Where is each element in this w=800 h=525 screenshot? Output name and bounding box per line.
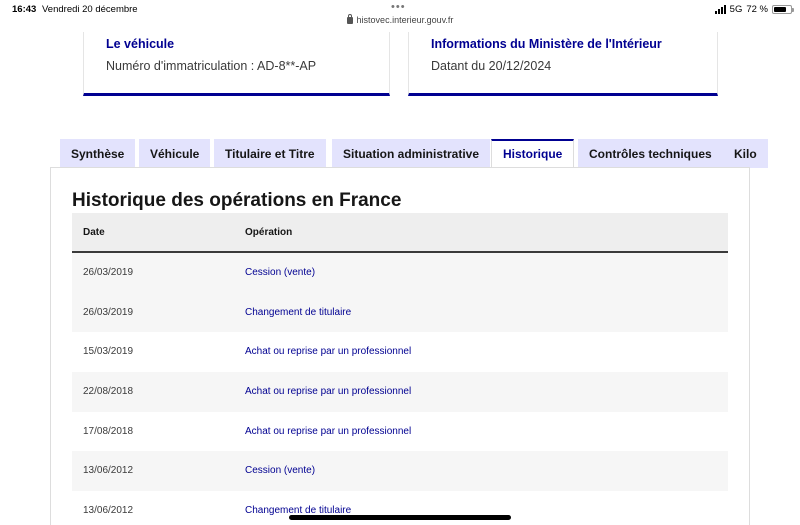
row-date: 13/06/2012 <box>83 465 134 477</box>
home-indicator[interactable] <box>289 515 511 520</box>
ministry-card: Informations du Ministère de l'Intérieur… <box>408 32 718 96</box>
history-table: Date Opération 26/03/2019 Cession (vente… <box>72 213 728 525</box>
table-row: 13/06/2012 Cession (vente) <box>72 451 728 492</box>
row-operation-link[interactable]: Changement de titulaire <box>245 307 351 318</box>
lock-icon <box>346 14 353 24</box>
battery-fill <box>774 7 786 12</box>
tab-titulaire-titre[interactable]: Titulaire et Titre <box>214 139 326 168</box>
table-row: 26/03/2019 Changement de titulaire <box>72 292 728 333</box>
row-date: 22/08/2018 <box>83 386 134 398</box>
row-date: 26/03/2019 <box>83 267 134 278</box>
row-date: 13/06/2012 <box>83 505 134 517</box>
table-row: 15/03/2019 Achat ou reprise par un profe… <box>72 332 728 373</box>
table-row: 22/08/2018 Achat ou reprise par un profe… <box>72 372 728 412</box>
url-text: histovec.interieur.gouv.fr <box>356 15 454 25</box>
row-date: 15/03/2019 <box>83 346 134 358</box>
address-bar[interactable]: histovec.interieur.gouv.fr <box>0 14 800 25</box>
signal-icon <box>714 5 726 14</box>
row-operation-link[interactable]: Cession (vente) <box>245 267 315 278</box>
registration-number: Numéro d'immatriculation : AD-8**-AP <box>106 59 317 73</box>
battery-icon <box>772 5 794 14</box>
tab-kilometrage[interactable]: Kilo <box>723 139 768 168</box>
tab-synthese[interactable]: Synthèse <box>60 139 136 168</box>
status-date: Vendredi 20 décembre <box>42 4 138 15</box>
status-bar: 16:43 Vendredi 20 décembre ••• histovec.… <box>0 0 800 32</box>
battery-percent: 72 % <box>746 4 768 15</box>
table-header: Date Opération <box>72 213 728 253</box>
tab-bar: Synthèse Véhicule Titulaire et Titre Sit… <box>50 139 800 168</box>
column-header-operation: Opération <box>245 227 293 238</box>
vehicle-card: Le véhicule Numéro d'immatriculation : A… <box>83 32 390 96</box>
row-operation-link[interactable]: Achat ou reprise par un professionnel <box>245 426 411 437</box>
ministry-card-title: Informations du Ministère de l'Intérieur <box>431 37 662 51</box>
column-header-date: Date <box>83 227 105 238</box>
row-date: 26/03/2019 <box>83 306 134 318</box>
section-title: Historique des opérations en France <box>72 190 402 211</box>
tab-controles-techniques[interactable]: Contrôles techniques <box>578 139 723 168</box>
tab-vehicule[interactable]: Véhicule <box>139 139 211 168</box>
status-time: 16:43 <box>12 4 37 15</box>
tab-situation-administrative[interactable]: Situation administrative <box>332 139 491 168</box>
tab-historique[interactable]: Historique <box>491 139 575 168</box>
row-operation-link[interactable]: Achat ou reprise par un professionnel <box>245 346 411 357</box>
status-indicators: 5G 72 % <box>714 4 794 15</box>
row-operation-link[interactable]: Achat ou reprise par un professionnel <box>245 386 411 397</box>
ministry-card-date: Datant du 20/12/2024 <box>431 59 552 73</box>
network-label: 5G <box>729 4 743 15</box>
vehicle-card-title: Le véhicule <box>106 37 175 51</box>
table-row: 17/08/2018 Achat ou reprise par un profe… <box>72 411 728 452</box>
row-operation-link[interactable]: Cession (vente) <box>245 465 315 476</box>
row-date: 17/08/2018 <box>83 425 134 437</box>
more-dots-icon[interactable]: ••• <box>391 2 406 13</box>
table-row: 26/03/2019 Cession (vente) <box>72 253 728 293</box>
